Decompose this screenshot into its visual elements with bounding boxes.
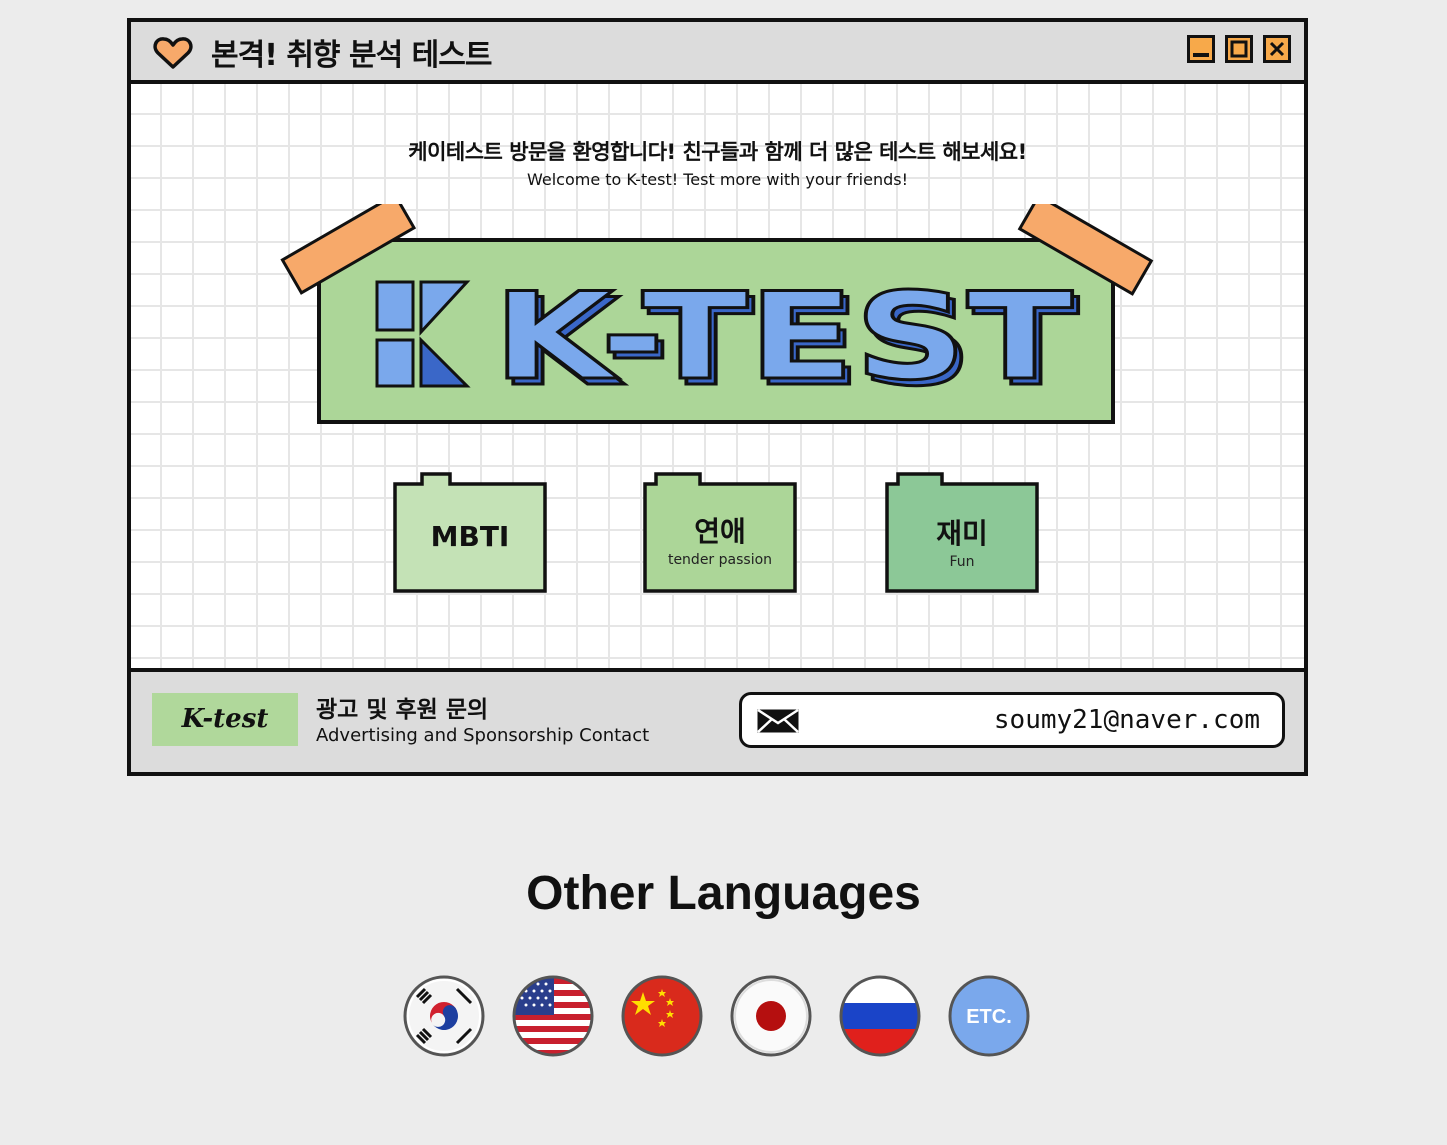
category-subtitle: tender passion <box>667 552 773 568</box>
china-flag-icon <box>621 975 703 1057</box>
etc-label: ETC. <box>966 1006 1012 1028</box>
korea-flag-icon <box>403 975 485 1057</box>
other-languages-title: Other Languages <box>526 867 921 920</box>
app-window: 본격! 취향 분석 테스트 케이테스트 방문을 환영합니다! 친구들과 함께 더… <box>127 18 1308 776</box>
maximize-icon <box>1230 40 1248 58</box>
footer: K-test 광고 및 후원 문의 Advertising and Sponso… <box>131 668 1304 772</box>
close-button[interactable] <box>1263 35 1291 63</box>
email-address: soumy21@naver.com <box>993 705 1260 735</box>
heart-icon <box>153 37 193 69</box>
contact-title-english: Advertising and Sponsorship Contact <box>316 725 650 746</box>
k-test-logo: K-TEST K-TEST <box>280 204 1154 424</box>
language-flags: ETC. <box>0 975 1447 1057</box>
language-etc[interactable]: ETC. <box>948 975 1030 1057</box>
category-title: 재미 <box>936 517 988 550</box>
minimize-icon <box>1193 53 1209 57</box>
etc-globe-icon: ETC. <box>948 975 1030 1057</box>
language-english[interactable] <box>512 975 594 1057</box>
mail-icon <box>757 708 799 733</box>
category-title: MBTI <box>430 520 510 553</box>
japan-flag-icon <box>730 975 812 1057</box>
category-subtitle: Fun <box>949 554 975 570</box>
welcome-english: Welcome to K-test! Test more with your f… <box>527 170 908 189</box>
welcome-korean: 케이테스트 방문을 환영합니다! 친구들과 함께 더 많은 테스트 해보세요! <box>408 140 1027 164</box>
footer-logo: K-test <box>152 693 298 746</box>
russia-flag-icon <box>839 975 921 1057</box>
category-love[interactable]: 연애 tender passion <box>642 470 798 594</box>
language-chinese[interactable] <box>621 975 703 1057</box>
language-japanese[interactable] <box>730 975 812 1057</box>
maximize-button[interactable] <box>1225 35 1253 63</box>
title-bar: 본격! 취향 분석 테스트 <box>131 22 1304 84</box>
contact-title-korean: 광고 및 후원 문의 <box>316 697 489 723</box>
main-content: 케이테스트 방문을 환영합니다! 친구들과 함께 더 많은 테스트 해보세요! … <box>131 84 1304 672</box>
language-russian[interactable] <box>839 975 921 1057</box>
category-title: 연애 <box>694 515 746 548</box>
category-mbti[interactable]: MBTI <box>392 470 548 594</box>
logo-text-face: K-TEST <box>493 268 1073 407</box>
category-fun[interactable]: 재미 Fun <box>884 470 1040 594</box>
usa-flag-icon <box>512 975 594 1057</box>
window-title: 본격! 취향 분석 테스트 <box>211 38 492 73</box>
close-icon <box>1269 41 1285 57</box>
minimize-button[interactable] <box>1187 35 1215 63</box>
language-korean[interactable] <box>403 975 485 1057</box>
email-contact-box[interactable]: soumy21@naver.com <box>739 692 1285 748</box>
